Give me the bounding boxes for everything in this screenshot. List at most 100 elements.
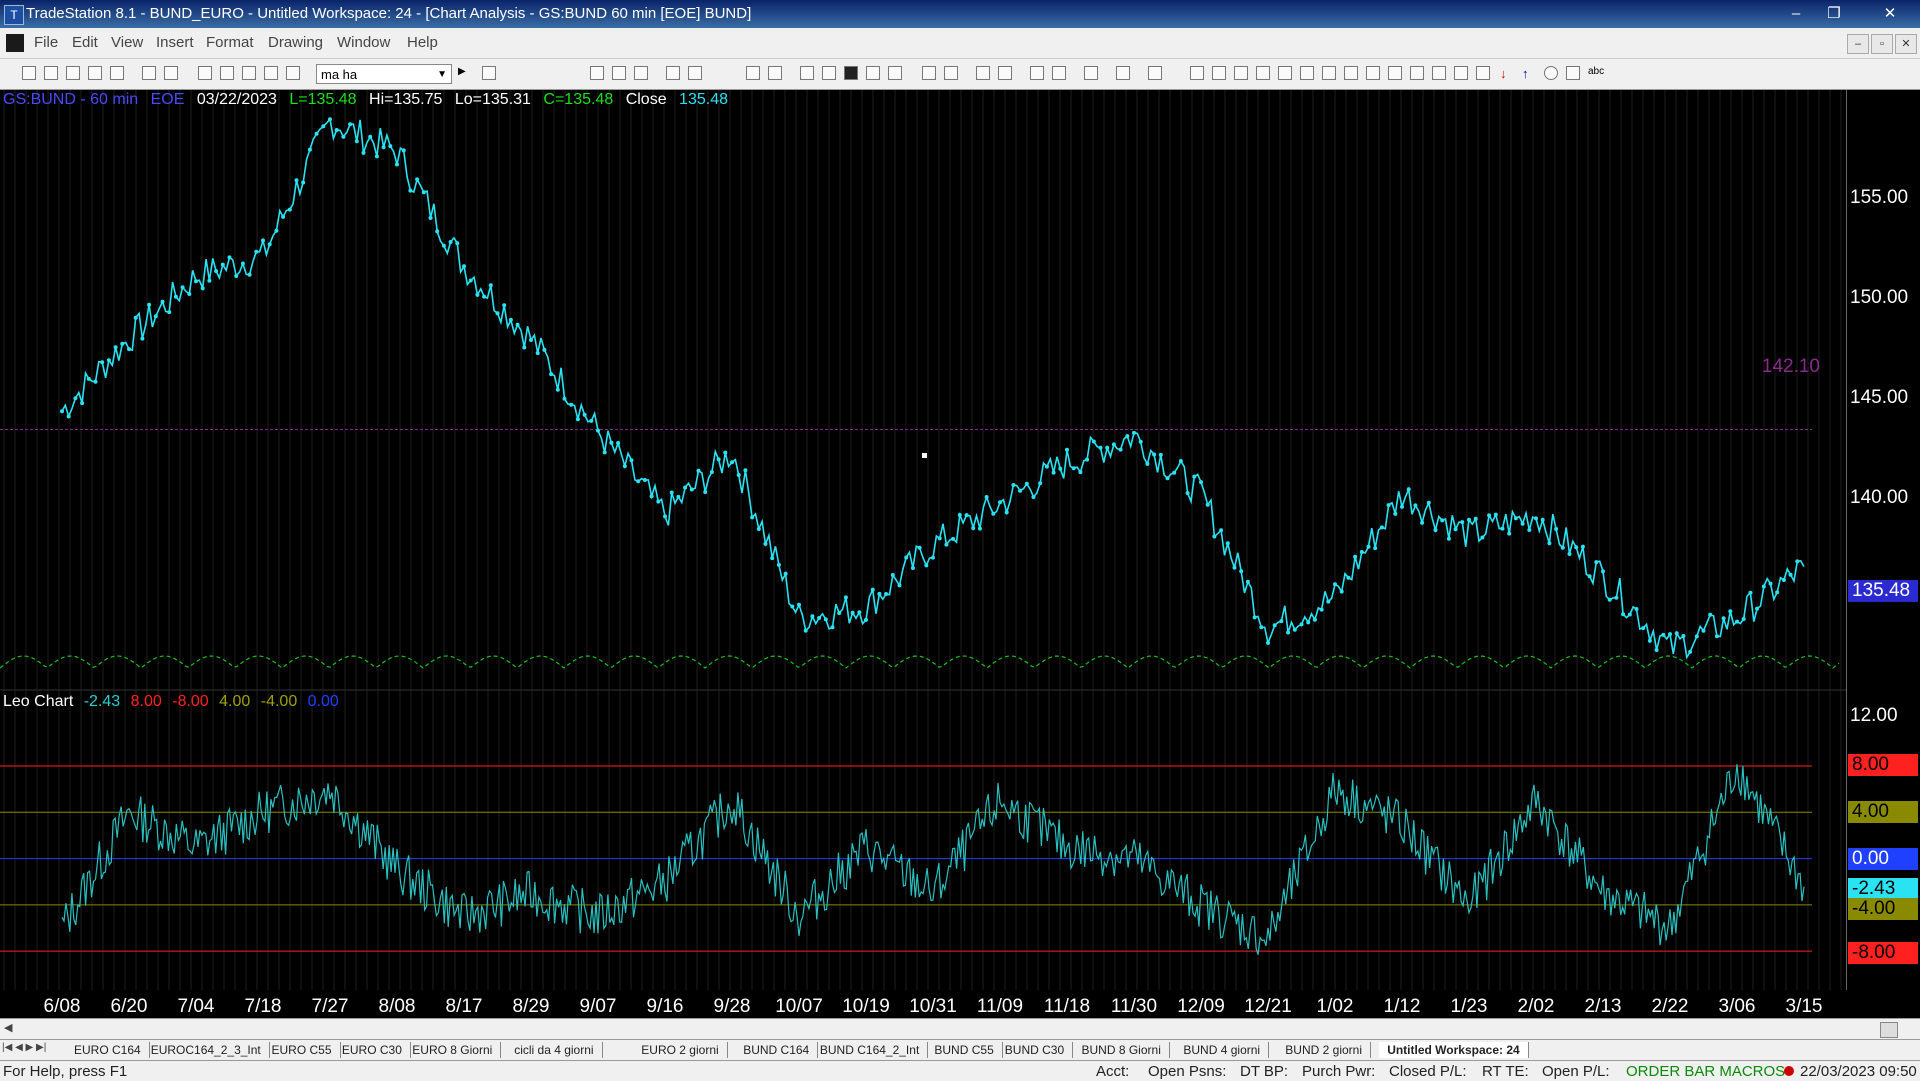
format-icon[interactable] xyxy=(1084,66,1098,80)
menu-format[interactable]: Format xyxy=(206,34,254,51)
scroll-left-icon[interactable]: ◀ xyxy=(4,1021,12,1034)
trendline-icon[interactable] xyxy=(1190,66,1204,80)
price-point xyxy=(529,338,533,342)
grid-icon[interactable] xyxy=(612,66,626,80)
tradestation-app-icon[interactable]: T xyxy=(4,5,24,25)
menu-view[interactable]: View xyxy=(111,34,143,51)
strategy-icon[interactable] xyxy=(688,66,702,80)
play-icon[interactable]: ▶ xyxy=(458,66,472,80)
scroll-icon[interactable] xyxy=(944,66,958,80)
radar-icon[interactable] xyxy=(746,66,760,80)
mdi-minimize-button[interactable]: – xyxy=(1847,34,1869,54)
minimize-button[interactable]: ‒ xyxy=(1781,2,1811,26)
horizontal-arrow-icon[interactable] xyxy=(1388,66,1402,80)
fibonacci-icon[interactable] xyxy=(1256,66,1270,80)
bar-chart-icon[interactable] xyxy=(844,66,858,80)
workspace-tab[interactable]: BUND 4 giorni xyxy=(1175,1042,1270,1058)
workspace-tab[interactable]: EURO C55 xyxy=(264,1042,341,1058)
arc-icon[interactable] xyxy=(1278,66,1292,80)
pointer-icon[interactable] xyxy=(1030,66,1044,80)
window-icon[interactable] xyxy=(198,66,212,80)
workspace-tab[interactable]: cicli da 4 giorni xyxy=(506,1042,603,1058)
lock-icon[interactable] xyxy=(242,66,256,80)
options-icon[interactable] xyxy=(1148,66,1162,80)
workspace-tab[interactable]: EURO 8 Giorni xyxy=(404,1042,502,1058)
status-bar: For Help, press F1 Acct: Open Psns: DT B… xyxy=(0,1060,1920,1081)
workspace-tab[interactable]: BUND C55 xyxy=(926,1042,1003,1058)
symbol-input[interactable]: ma ha ▼ xyxy=(316,64,452,84)
save-icon[interactable] xyxy=(142,66,156,80)
workspace-tab[interactable]: EURO C30 xyxy=(334,1042,411,1058)
data-icon[interactable] xyxy=(1052,66,1066,80)
down-arrow-icon[interactable]: ↓ xyxy=(1500,66,1514,81)
chart-document-icon[interactable] xyxy=(6,34,24,52)
arc-tool-icon[interactable] xyxy=(1454,66,1468,80)
workspace-tab[interactable]: Untitled Workspace: 24 xyxy=(1379,1042,1529,1058)
print-icon[interactable] xyxy=(164,66,178,80)
scanner-icon[interactable] xyxy=(768,66,782,80)
rectangle-icon[interactable] xyxy=(1566,66,1580,80)
chevron-down-icon[interactable]: ▼ xyxy=(437,65,447,85)
circle-icon[interactable] xyxy=(1544,66,1558,80)
horizontal-lines-icon[interactable] xyxy=(1234,66,1248,80)
scrollbar-thumb[interactable] xyxy=(1880,1022,1898,1038)
mdi-close-button[interactable]: ✕ xyxy=(1895,34,1917,54)
vertical-lines-icon[interactable] xyxy=(1212,66,1226,80)
new-icon[interactable] xyxy=(22,66,36,80)
chart-panel[interactable]: 142.10 xyxy=(0,90,1846,990)
workspace-tab[interactable]: BUND C30 xyxy=(997,1042,1074,1058)
matrix-icon[interactable] xyxy=(822,66,836,80)
price-point xyxy=(247,272,252,277)
restore-button[interactable]: ❐ xyxy=(1819,2,1849,26)
paste-icon[interactable] xyxy=(88,66,102,80)
close-button[interactable]: ✕ xyxy=(1870,2,1910,26)
mdi-restore-button[interactable]: ▫ xyxy=(1871,34,1893,54)
workspace-tab[interactable]: BUND C164_2_Int xyxy=(812,1042,929,1058)
andrews-pitchfork-icon[interactable] xyxy=(1366,66,1380,80)
menu-file[interactable]: File xyxy=(34,34,58,51)
regression-channel-icon[interactable] xyxy=(1432,66,1446,80)
workspace-tab[interactable]: EUROC164_2_3_Int xyxy=(143,1042,270,1058)
menu-edit[interactable]: Edit xyxy=(72,34,98,51)
crosshair-icon[interactable] xyxy=(922,66,936,80)
table-icon[interactable] xyxy=(634,66,648,80)
candlestick-icon[interactable] xyxy=(866,66,880,80)
folder-icon[interactable] xyxy=(110,66,124,80)
price-point xyxy=(1078,470,1083,475)
indicator-icon[interactable] xyxy=(666,66,680,80)
price-point xyxy=(1359,550,1364,554)
workspace-tab[interactable]: BUND C164 xyxy=(735,1042,819,1058)
cycle-lines-icon[interactable] xyxy=(1344,66,1358,80)
insert-analysis-icon[interactable] xyxy=(1116,66,1130,80)
tools-icon[interactable] xyxy=(264,66,278,80)
up-arrow-icon[interactable]: ↑ xyxy=(1522,66,1536,81)
menu-drawing[interactable]: Drawing xyxy=(268,34,323,51)
text-tool-icon[interactable]: abc xyxy=(1588,66,1604,80)
menu-window[interactable]: Window xyxy=(337,34,390,51)
find-icon[interactable] xyxy=(482,66,496,80)
last-label: L=135.48 xyxy=(289,91,357,108)
menu-insert[interactable]: Insert xyxy=(156,34,194,51)
zoom-in-icon[interactable] xyxy=(976,66,990,80)
globe-icon[interactable] xyxy=(286,66,300,80)
gann-icon[interactable] xyxy=(1322,66,1336,80)
chart-scrollbar[interactable]: ◀ xyxy=(0,1018,1920,1039)
menu-help[interactable]: Help xyxy=(407,34,438,51)
workspace-tab[interactable]: BUND 8 Giorni xyxy=(1074,1042,1170,1058)
copy-icon[interactable] xyxy=(66,66,80,80)
pen-icon[interactable] xyxy=(1476,66,1490,80)
workspace-tab[interactable]: EURO C164 xyxy=(66,1042,150,1058)
open-icon[interactable] xyxy=(44,66,58,80)
volume-icon[interactable] xyxy=(888,66,902,80)
parallel-lines-icon[interactable] xyxy=(1410,66,1424,80)
chart-icon[interactable] xyxy=(800,66,814,80)
workspace-tab[interactable]: BUND 2 giorni xyxy=(1277,1042,1371,1058)
layout-icon[interactable] xyxy=(590,66,604,80)
zoom-out-icon[interactable] xyxy=(998,66,1012,80)
chart-canvas[interactable]: 142.10 xyxy=(0,90,1846,990)
tab-nav-icon[interactable]: |◀ ◀ ▶ ▶| xyxy=(2,1042,46,1053)
status-macros[interactable]: ORDER BAR MACROS xyxy=(1626,1063,1785,1080)
workspace-tab[interactable]: EURO 2 giorni xyxy=(633,1042,728,1058)
speed-lines-icon[interactable] xyxy=(1300,66,1314,80)
workspace-icon[interactable] xyxy=(220,66,234,80)
